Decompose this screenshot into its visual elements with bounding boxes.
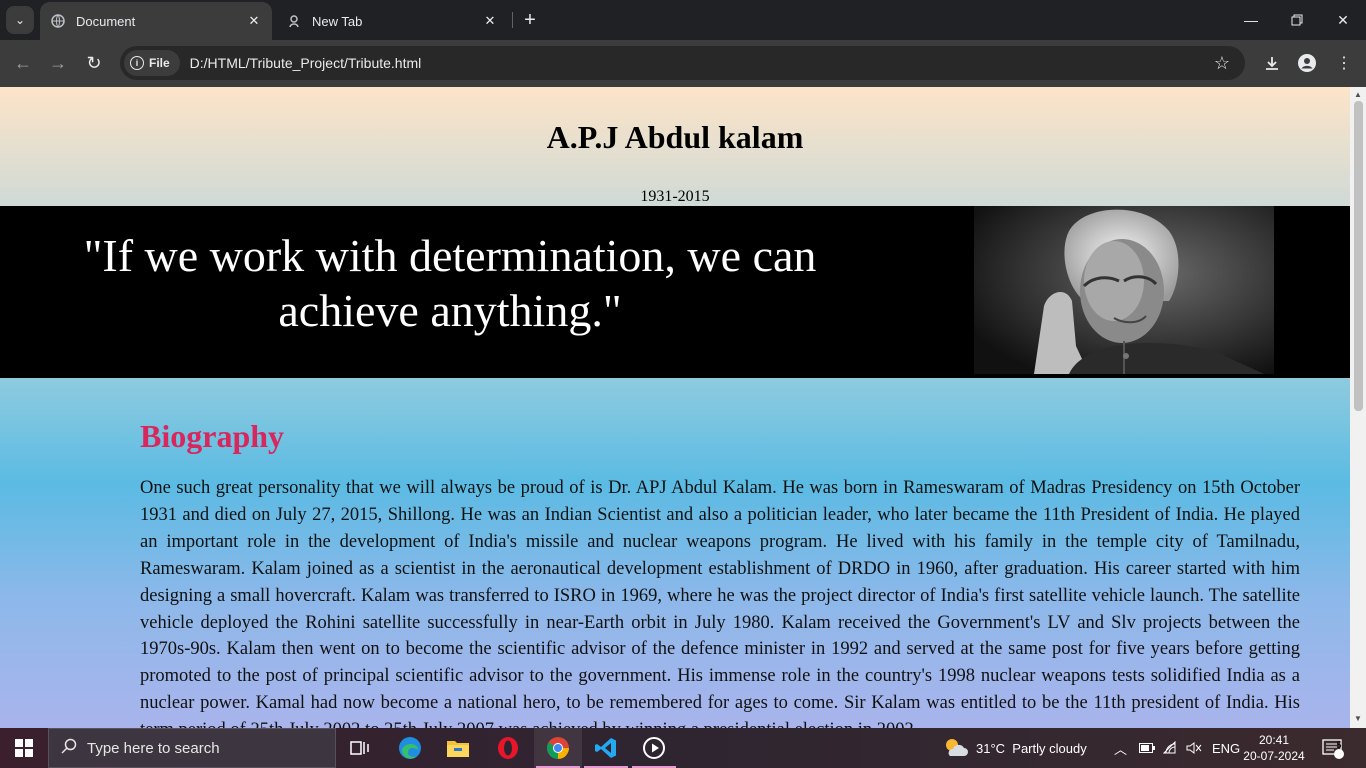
kalam-portrait-image <box>974 206 1274 374</box>
weather-text: 31°C Partly cloudy <box>976 740 1087 756</box>
battery-icon[interactable] <box>1139 728 1155 768</box>
task-view-icon[interactable] <box>336 728 384 768</box>
tab-search-button[interactable]: ⌄ <box>6 6 34 34</box>
volume-muted-icon[interactable] <box>1186 728 1202 768</box>
taskbar-search-box[interactable]: Type here to search <box>48 728 336 768</box>
show-hidden-icons-chevron-icon[interactable]: ︿ <box>1114 728 1127 768</box>
system-clock[interactable]: 20:41 20-07-2024 <box>1240 732 1308 764</box>
opera-browser-icon[interactable] <box>484 728 532 768</box>
chevron-down-icon: ⌄ <box>14 13 26 27</box>
notification-count-badge: 5 <box>1336 740 1342 750</box>
globe-icon <box>50 13 66 29</box>
profile-icon[interactable] <box>1292 48 1322 78</box>
tab-separator <box>512 12 513 28</box>
biography-text: One such great personality that we will … <box>140 478 1300 728</box>
biography-section: Biography One such great personality tha… <box>0 378 1350 728</box>
browser-toolbar: ← → ↻ i File D:/HTML/Tribute_Project/Tri… <box>0 40 1366 87</box>
windows-start-icon[interactable] <box>0 728 48 768</box>
download-icon[interactable] <box>1257 48 1287 78</box>
tab-title: Document <box>76 13 136 29</box>
page-scrollbar[interactable]: ▲ ▼ <box>1350 87 1366 728</box>
search-icon <box>61 738 77 759</box>
language-indicator[interactable]: ENG <box>1212 728 1240 768</box>
page-title: A.P.J Abdul kalam <box>546 119 804 155</box>
clock-date: 20-07-2024 <box>1243 749 1305 763</box>
info-icon: i <box>130 56 144 70</box>
reload-icon[interactable]: ↻ <box>79 48 109 78</box>
back-arrow-icon[interactable]: ← <box>8 48 38 78</box>
site-info-label: File <box>149 56 170 70</box>
tab-new-tab[interactable]: New Tab ✕ <box>276 2 508 40</box>
notification-center-icon[interactable]: 5 <box>1322 728 1344 768</box>
clock-time: 20:41 <box>1258 733 1290 747</box>
vscode-icon[interactable] <box>582 728 630 768</box>
partly-cloudy-icon <box>942 736 968 761</box>
page-viewport: A.P.J Abdul kalam 1931-2015 "If we work … <box>0 87 1350 728</box>
new-tab-plus-icon[interactable]: + <box>518 8 542 32</box>
address-bar[interactable]: i File D:/HTML/Tribute_Project/Tribute.h… <box>120 46 1245 80</box>
close-window-icon[interactable]: ✕ <box>1320 0 1366 40</box>
forward-arrow-icon[interactable]: → <box>43 48 73 78</box>
restore-icon[interactable] <box>1274 0 1320 40</box>
taskbar: Type here to search 31°C Partly cloudy ︿… <box>0 728 1366 768</box>
biography-heading: Biography <box>140 418 285 454</box>
tab-strip: ⌄ Document ✕ New Tab ✕ + — ✕ <box>0 0 1366 40</box>
file-explorer-icon[interactable] <box>434 728 482 768</box>
wifi-icon[interactable] <box>1163 728 1179 768</box>
quote-section: "If we work with determination, we can a… <box>0 206 1350 378</box>
quote-text: "If we work with determination, we can a… <box>83 230 817 336</box>
site-info-chip[interactable]: i File <box>124 50 180 76</box>
bookmark-star-icon[interactable]: ☆ <box>1207 48 1237 78</box>
close-tab-icon[interactable]: ✕ <box>244 11 264 31</box>
page-header: A.P.J Abdul kalam 1931-2015 <box>0 87 1350 206</box>
chrome-browser-icon[interactable] <box>534 728 582 768</box>
url-text[interactable]: D:/HTML/Tribute_Project/Tribute.html <box>190 55 1207 71</box>
close-tab-icon[interactable]: ✕ <box>480 11 500 31</box>
tab-document[interactable]: Document ✕ <box>40 2 272 40</box>
tab-title: New Tab <box>312 13 363 29</box>
search-placeholder: Type here to search <box>87 739 220 757</box>
media-player-icon[interactable] <box>630 728 678 768</box>
edge-browser-icon[interactable] <box>386 728 434 768</box>
scrollbar-thumb[interactable] <box>1354 101 1363 411</box>
scroll-up-arrow-icon[interactable]: ▲ <box>1354 91 1362 99</box>
weather-widget[interactable]: 31°C Partly cloudy <box>942 728 1087 768</box>
chrome-newtab-icon <box>286 13 302 29</box>
menu-kebab-icon[interactable]: ⋮ <box>1329 48 1359 78</box>
scroll-down-arrow-icon[interactable]: ▼ <box>1354 715 1362 723</box>
minimize-icon[interactable]: — <box>1228 0 1274 40</box>
life-years: 1931-2015 <box>640 188 710 205</box>
